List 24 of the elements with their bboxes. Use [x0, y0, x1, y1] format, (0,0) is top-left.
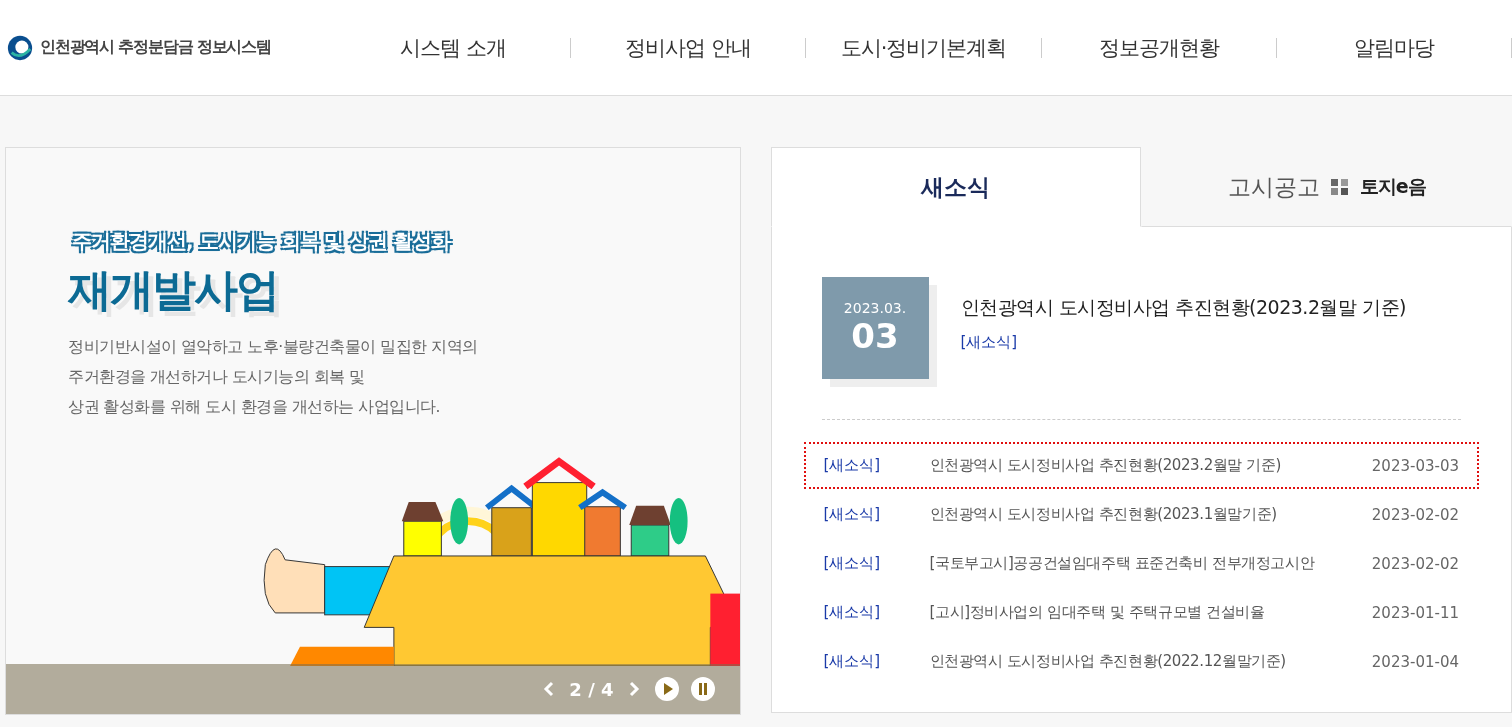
- news-item[interactable]: [새소식] 인천광역시 도시정비사업 추진현황(2023.1월말기준) 2023-02-02: [803, 491, 1479, 538]
- pause-icon[interactable]: [689, 676, 716, 702]
- banner-title: 재개발사업: [68, 263, 279, 317]
- nav-link[interactable]: 정보공개현황: [1041, 33, 1276, 62]
- news-item[interactable]: [새소식] 인천광역시 도시정비사업 추진현황(2022.12월말기준) 2023-01-04: [803, 638, 1479, 685]
- news-item[interactable]: [새소식] 인천광역시 도시정비사업 추진현황(2023.2월말 기준) 2023-03-03: [803, 442, 1479, 489]
- tab[interactable]: 새소식: [770, 147, 1142, 227]
- grid-icon: [1329, 177, 1350, 197]
- banner-description: 주거환경을 개선하거나 도시기능의 회복 및: [68, 367, 365, 388]
- banner-description: 정비기반시설이 열악하고 노후·불량건축물이 밀집한 지역의: [68, 337, 478, 358]
- nav-link[interactable]: 도시·정비기본계획: [806, 33, 1041, 62]
- category-tag: [새소식]: [960, 333, 1018, 352]
- news-item[interactable]: [새소식] [고시]정비사업의 임대주택 및 주택규모별 건설비율 2023-01-11: [803, 589, 1479, 636]
- news-title-link[interactable]: 인천광역시 도시정비사업 추진현황(2023.2월말 기준): [960, 295, 1406, 321]
- news-item[interactable]: [새소식] [국토부고시]공공건설임대주택 표준건축비 전부개정고시안 2023-02-02: [803, 540, 1479, 587]
- nav-link[interactable]: 알림마당: [1276, 33, 1511, 62]
- banner-subtitle: 주거환경개선, 도시기능 회복 및 상권 활성화: [70, 228, 454, 256]
- nav-link[interactable]: 정비사업 안내: [571, 33, 806, 62]
- banner-description: 상권 활성화를 위해 도시 환경을 개선하는 사업입니다.: [68, 397, 440, 418]
- logo-icon: [6, 33, 34, 62]
- play-icon[interactable]: [653, 676, 680, 702]
- nav-link[interactable]: 시스템 소개: [336, 33, 571, 62]
- slide-counter: 2 / 4: [569, 678, 614, 700]
- site-title[interactable]: 인천광역시 추정분담금 정보시스템: [40, 37, 271, 58]
